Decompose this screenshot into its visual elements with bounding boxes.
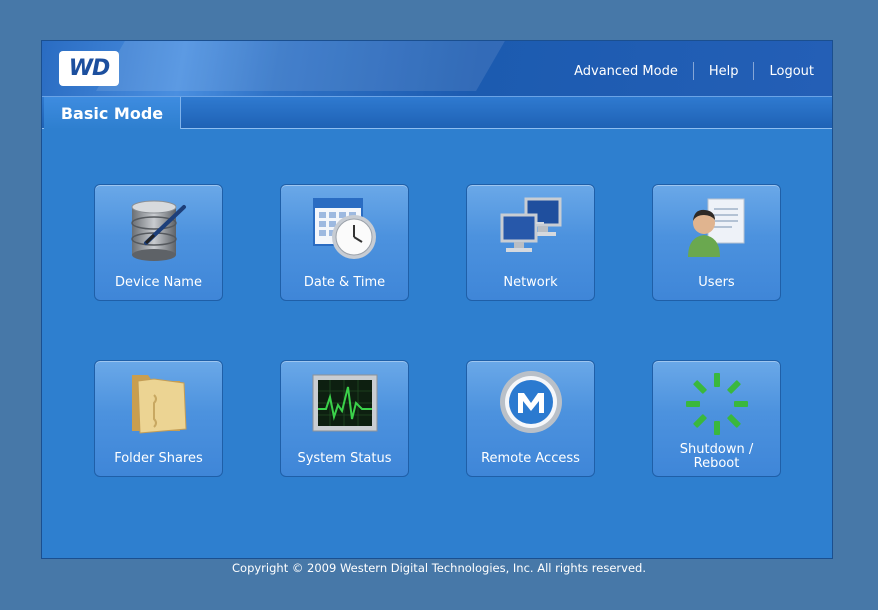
help-link[interactable]: Help: [709, 64, 739, 79]
folder-icon: [131, 375, 187, 434]
tile-label: Shutdown / Reboot: [679, 442, 754, 471]
database-edit-icon: [130, 200, 186, 261]
tile-label: Device Name: [115, 275, 202, 290]
copyright-footer: Copyright © 2009 Western Digital Technol…: [232, 561, 646, 575]
main-panel: WD Advanced Mode Help Logout Basic Mode …: [41, 40, 833, 559]
logout-link[interactable]: Logout: [769, 64, 814, 79]
user-icon: [687, 198, 744, 257]
top-navigation: Advanced Mode Help Logout: [574, 62, 814, 80]
nav-separator: [753, 62, 755, 80]
tile-label: System Status: [297, 451, 392, 466]
tile-label: Folder Shares: [114, 451, 203, 466]
monitor-status-icon: [312, 374, 377, 432]
tab-bar: Basic Mode: [42, 96, 832, 129]
header-bar: WD Advanced Mode Help Logout: [42, 41, 832, 96]
tile-label: Date & Time: [303, 275, 386, 290]
nav-separator: [692, 62, 694, 80]
network-computers-icon: [500, 197, 561, 252]
users-tile[interactable]: Users: [652, 184, 781, 301]
tile-label: Remote Access: [481, 451, 580, 466]
power-spinner-icon: [685, 373, 748, 435]
tile-label: Network: [503, 275, 558, 290]
remote-access-tile[interactable]: Remote Access: [466, 360, 595, 477]
shutdown-reboot-tile[interactable]: Shutdown / Reboot: [652, 360, 781, 477]
calendar-clock-icon: [312, 198, 376, 259]
advanced-mode-link[interactable]: Advanced Mode: [574, 64, 678, 79]
remote-access-m-icon: [499, 371, 562, 433]
logo-text: WD: [68, 56, 111, 81]
device-name-tile[interactable]: Device Name: [94, 184, 223, 301]
system-status-tile[interactable]: System Status: [280, 360, 409, 477]
network-tile[interactable]: Network: [466, 184, 595, 301]
tile-label: Users: [698, 275, 735, 290]
wd-logo: WD: [59, 51, 119, 86]
date-time-tile[interactable]: Date & Time: [280, 184, 409, 301]
tab-basic-mode[interactable]: Basic Mode: [44, 97, 181, 129]
folder-shares-tile[interactable]: Folder Shares: [94, 360, 223, 477]
header-decoration: [96, 41, 528, 91]
